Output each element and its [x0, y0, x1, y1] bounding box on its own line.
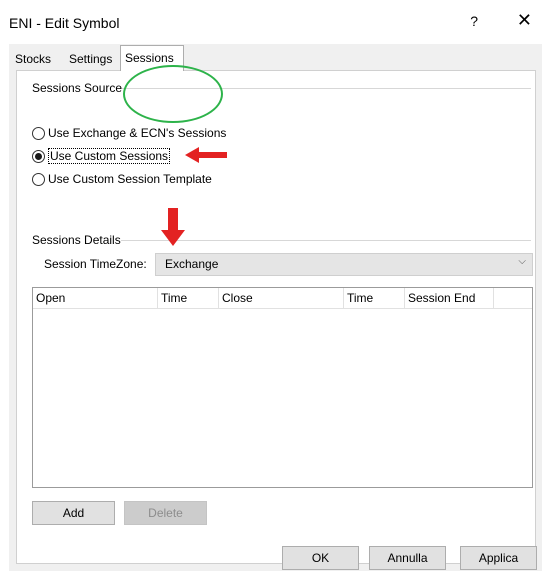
edit-symbol-window: ENI - Edit Symbol ? ✕ Stocks Settings Se… [0, 0, 542, 571]
radio-custom-session-template[interactable]: Use Custom Session Template [32, 171, 212, 187]
column-header-session-end[interactable]: Session End [405, 288, 494, 308]
session-timezone-select[interactable]: Exchange ⌵ [155, 253, 533, 276]
apply-button[interactable]: Applica [460, 546, 537, 570]
sessions-grid-header: Open Time Close Time Session End [33, 288, 532, 309]
add-button[interactable]: Add [32, 501, 115, 525]
radio-circle [32, 126, 45, 140]
chevron-down-icon: ⌵ [518, 256, 526, 267]
arrow-left-icon [185, 147, 227, 163]
column-header-open[interactable]: Open [33, 288, 158, 308]
session-timezone-value: Exchange [165, 257, 219, 271]
radio-label: Use Custom Session Template [48, 172, 212, 186]
radio-custom-sessions[interactable]: Use Custom Sessions [32, 148, 171, 164]
radio-exchange-ecn-sessions[interactable]: Use Exchange & ECN's Sessions [32, 125, 226, 141]
radio-dot [35, 152, 42, 160]
close-button[interactable]: ✕ [517, 10, 532, 31]
radio-label: Use Exchange & ECN's Sessions [48, 126, 227, 140]
sessions-details-title: Sessions Details [32, 233, 121, 247]
tab-settings[interactable]: Settings [65, 49, 116, 69]
sessions-grid[interactable]: Open Time Close Time Session End [32, 287, 533, 488]
delete-button[interactable]: Delete [124, 501, 207, 525]
sessions-source-title: Sessions Source [32, 81, 123, 95]
ok-button[interactable]: OK [282, 546, 359, 570]
arrow-down-icon [161, 208, 185, 246]
title-bar: ENI - Edit Symbol ? ✕ [9, 0, 542, 44]
cancel-button[interactable]: Annulla [369, 546, 446, 570]
help-button[interactable]: ? [470, 13, 478, 29]
window-title: ENI - Edit Symbol [9, 15, 120, 31]
column-header-open-time[interactable]: Time [158, 288, 219, 308]
column-header-close[interactable]: Close [219, 288, 344, 308]
radio-circle [32, 172, 45, 186]
column-header-close-time[interactable]: Time [344, 288, 405, 308]
radio-label: Use Custom Sessions [48, 148, 171, 164]
tab-stocks[interactable]: Stocks [11, 49, 55, 69]
tab-strip: Stocks Settings Sessions [9, 44, 542, 71]
radio-circle-selected [32, 149, 45, 163]
session-timezone-label: Session TimeZone: [44, 257, 147, 271]
tab-highlight-ring [123, 65, 223, 123]
